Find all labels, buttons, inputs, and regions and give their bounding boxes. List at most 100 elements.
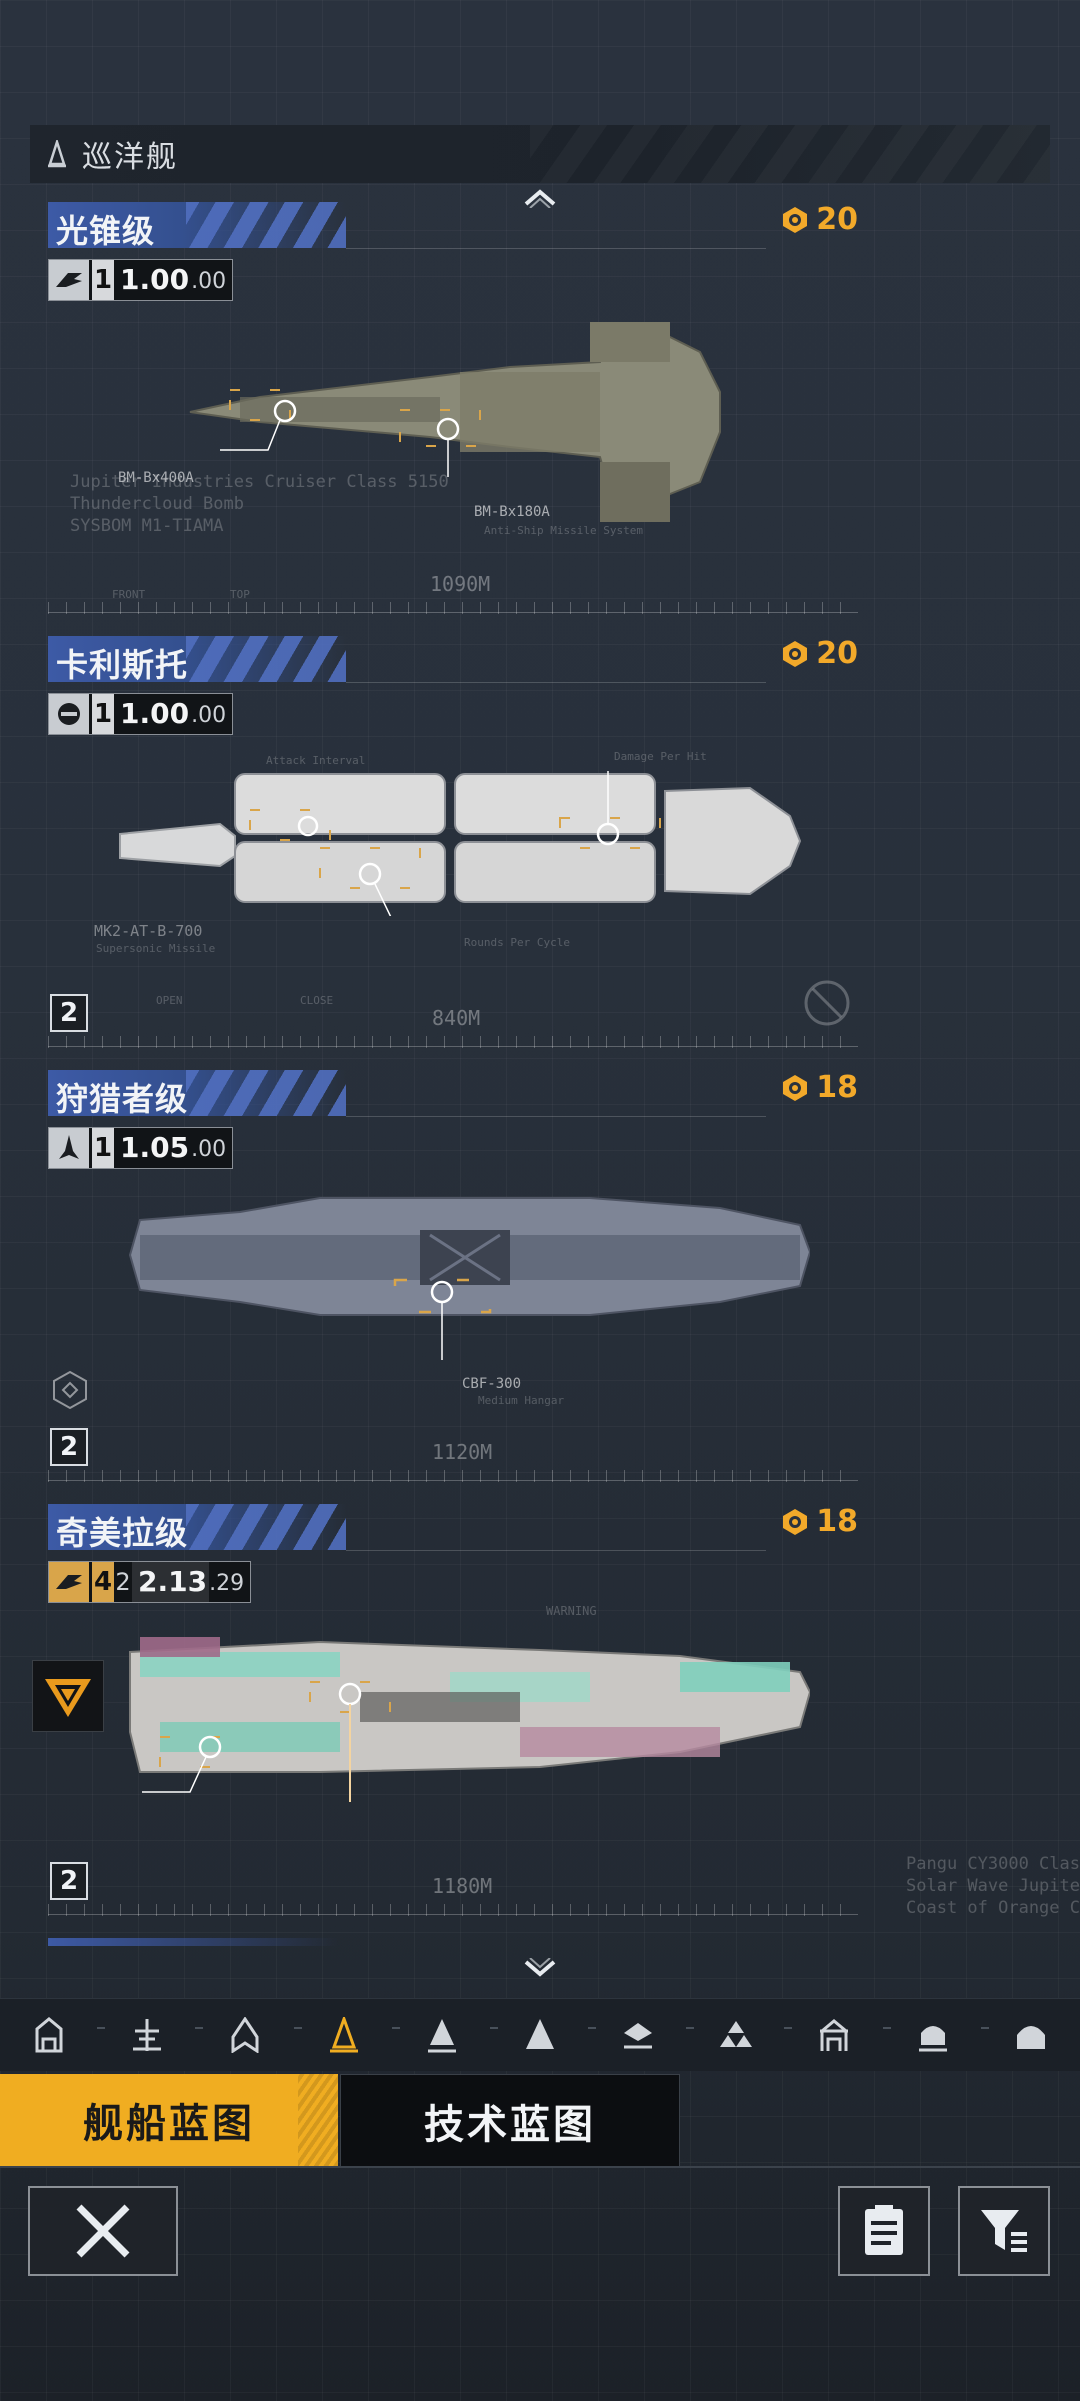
ship-level: 1 [92, 694, 114, 734]
name-plate-stripes [186, 1504, 346, 1550]
name-plate-stripes [186, 1070, 346, 1116]
ship-length: 1090M [430, 572, 491, 596]
weapon-note: Anti-Ship Missile System [484, 524, 643, 537]
watermark-text: Jupiter Industries Cruiser Class 5150 [70, 472, 449, 492]
hexagon-emblem-icon [53, 1370, 87, 1410]
titan-icon [1016, 2026, 1045, 2049]
light-cruiser-icon [231, 2017, 259, 2053]
triangle-emblem-icon [45, 1679, 91, 1717]
weapon-note: Rounds Per Cycle [464, 936, 570, 949]
cost-value: 18 [816, 1504, 858, 1539]
name-plate-stripes [186, 636, 346, 682]
tab-ship-blueprint[interactable]: 舰船蓝图 [0, 2074, 338, 2166]
tab-battleship[interactable] [784, 2005, 864, 2065]
ship-multiplier: 1.00 [120, 697, 190, 730]
ship-cost: 18 [780, 1070, 858, 1105]
watermark-text: SYSBOM M1-TIAMA [70, 516, 224, 536]
weapon-note: Medium Hangar [478, 1394, 565, 1407]
tier-badge: 2 [50, 1862, 88, 1900]
ship-stats: 4 2 2.13 .29 [48, 1561, 252, 1603]
ship-model-image [129, 1637, 810, 1802]
cruiser-class-icon [48, 140, 66, 168]
carrier-icon [624, 2023, 653, 2049]
filter-icon [981, 2210, 1027, 2252]
ship-stats: 1 1.05 .00 [48, 1127, 234, 1169]
weapon-note: Damage Per Hit [614, 750, 707, 763]
tab-cruiser[interactable] [293, 2005, 374, 2065]
ship-length: 1120M [432, 1440, 493, 1464]
support-icon [720, 2021, 753, 2047]
ship-level: 1 [92, 1128, 114, 1168]
ship-model-image [189, 322, 721, 522]
view-label: OPEN [156, 994, 183, 1007]
fighter-wing-icon [49, 1562, 89, 1602]
close-button[interactable] [28, 2186, 178, 2276]
scale-line [48, 612, 858, 613]
weapon-label: MK2-AT-B-700 [94, 922, 203, 940]
tab-battlecruiser[interactable] [391, 2005, 472, 2065]
ship-card[interactable]: 奇美拉级 18 4 2 2.13 .29 WARNING Pangu CY300… [0, 1504, 1080, 1934]
tab-support[interactable] [686, 2005, 766, 2065]
tab-divider [0, 2166, 1080, 2168]
tier-badge: 2 [50, 994, 88, 1032]
ship-name-plate: 卡利斯托 [48, 636, 346, 682]
tab-titan[interactable] [980, 2005, 1061, 2065]
ship-card[interactable]: 狩猎者级 18 1 1.05 .00 CBF-300 Medium Hangar… [0, 1070, 1080, 1500]
cost-value: 20 [816, 202, 858, 237]
leader-line [346, 682, 766, 683]
fighter-wing-icon [49, 260, 89, 300]
section-title: 巡洋舰 [82, 140, 178, 175]
filter-button[interactable] [958, 2186, 1050, 2276]
tab-light-cruiser[interactable] [195, 2005, 275, 2065]
tier-badge: 2 [50, 1428, 88, 1466]
ship-card[interactable]: 卡利斯托 20 1 1.00 .00 Attack Interval Damag… [0, 636, 1080, 1066]
ship-multiplier: 2.13 [132, 1562, 210, 1602]
view-label: CLOSE [300, 994, 334, 1007]
ship-cost: 20 [780, 636, 858, 671]
tab-destroyer[interactable] [97, 2005, 177, 2065]
ship-multiplier-decimal: .00 [191, 703, 227, 728]
scale-line [48, 1914, 858, 1915]
cost-value: 18 [816, 1070, 858, 1105]
battleship-icon [820, 2019, 849, 2051]
tab-auxiliary[interactable] [489, 2005, 570, 2065]
tab-tech-blueprint[interactable]: 技术蓝图 [340, 2074, 680, 2168]
ship-cost: 20 [780, 202, 858, 237]
leader-line [346, 248, 766, 249]
tab-carrier[interactable] [588, 2005, 668, 2065]
section-header: 巡洋舰 [30, 125, 1050, 183]
ship-sub-level: 2 [115, 1568, 131, 1596]
close-icon [76, 2204, 130, 2258]
ship-card[interactable]: 光锥级 20 1 1.00 .00 BM-Bx400A BM-Bx180A An… [0, 202, 1080, 632]
cost-token-icon [783, 1508, 808, 1535]
list-button[interactable] [838, 2186, 930, 2276]
ship-name: 奇美拉级 [56, 1514, 189, 1550]
restricted-icon [804, 980, 850, 1026]
faction-emblem[interactable] [32, 1660, 104, 1732]
scale-line [48, 1480, 858, 1481]
ship-cost: 18 [780, 1504, 858, 1539]
ship-multiplier: 1.05 [120, 1131, 190, 1164]
dreadnought-icon [918, 2026, 947, 2052]
scroll-down-chevron-icon[interactable] [522, 1958, 558, 1978]
ship-multiplier-decimal: .29 [209, 1571, 245, 1596]
cost-token-icon [783, 640, 808, 667]
auxiliary-icon [525, 2019, 554, 2049]
cost-token-icon [783, 1074, 808, 1101]
weapon-note: Attack Interval [266, 754, 366, 767]
tab-dreadnought[interactable] [882, 2005, 963, 2065]
scale-line [48, 1046, 858, 1047]
battlecruiser-icon [427, 2019, 456, 2053]
watermark-text: Pangu CY3000 Class 37 [906, 1854, 1080, 1874]
weapon-note: Supersonic Missile [96, 942, 216, 955]
ship-name-plate: 奇美拉级 [48, 1504, 346, 1550]
ship-name-plate: 光锥级 [48, 202, 346, 248]
warning-label: WARNING [546, 1604, 597, 1618]
ship-name: 狩猎者级 [56, 1080, 189, 1116]
weapon-label: CBF-300 [462, 1376, 522, 1392]
ship-name: 光锥级 [56, 212, 156, 248]
ship-name-plate: 狩猎者级 [48, 1070, 346, 1116]
tab-frigate[interactable] [19, 2005, 79, 2065]
ship-length: 840M [432, 1006, 481, 1030]
clipboard-list-icon [865, 2205, 903, 2255]
